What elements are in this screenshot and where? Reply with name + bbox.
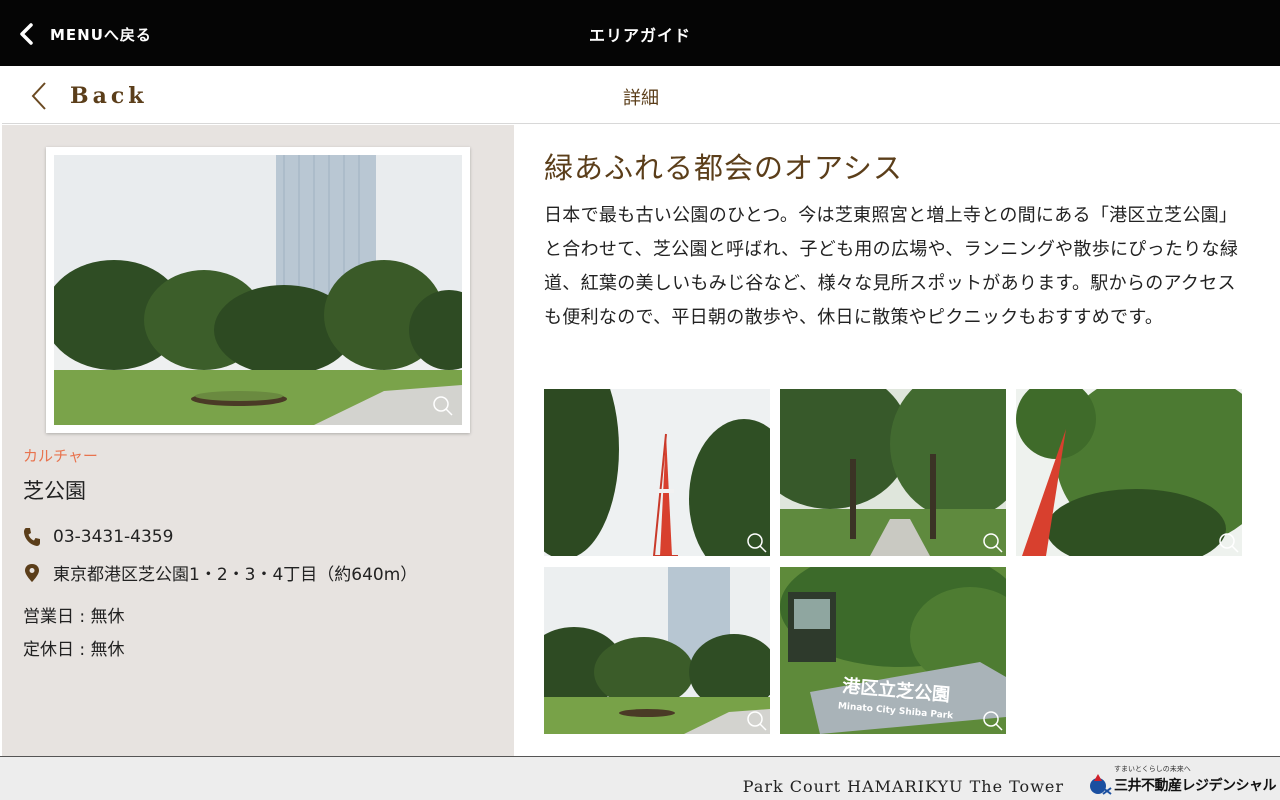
zoom-icon (433, 396, 453, 416)
park-sign-photo: 港区立芝公園 Minato City Shiba Park (780, 567, 1006, 734)
section-title: 詳細 (623, 88, 659, 109)
park-lawn-tower-photo (544, 567, 770, 734)
gallery-photo[interactable] (544, 389, 770, 556)
phone-row[interactable]: 03-3431-4359 (23, 527, 173, 547)
detail-description: 日本で最も古い公園のひとつ。今は芝東照宮と増上寺との間にある「港区立芝公園」と合… (544, 205, 1239, 328)
zoom-icon (747, 533, 767, 553)
main-photo[interactable] (46, 147, 470, 433)
gallery-photo[interactable] (780, 389, 1006, 556)
zoom-icon (1219, 533, 1239, 553)
category-label: カルチャー (23, 447, 98, 465)
detail-panel: 緑あふれる都会のオアシス 日本で最も古い公園のひとつ。今は芝東照宮と増上寺との間… (514, 125, 1280, 756)
tokyo-tower-trees-photo (544, 389, 770, 556)
park-path-photo (780, 389, 1006, 556)
address: 東京都港区芝公園1・2・3・4丁目（約640m） (53, 565, 418, 585)
park-tower-photo (54, 155, 462, 425)
property-name: Park Court HAMARIKYU The Tower (742, 777, 1064, 796)
tower-leaves-photo (1016, 389, 1242, 556)
zoom-icon (747, 711, 767, 731)
page-title: エリアガイド (588, 26, 691, 45)
sub-header: Back 詳細 (2, 66, 1280, 124)
zoom-icon (983, 533, 1003, 553)
gallery-photo[interactable] (544, 567, 770, 734)
top-bar: MENUへ戻る エリアガイド (0, 0, 1280, 66)
brand-logo: すまいとくらしの未来へ 三井不動産レジデンシャル (1088, 764, 1278, 798)
spot-info-panel: カルチャー 芝公園 03-3431-4359 東京都港区芝公園1・2・3・4丁目… (2, 125, 514, 756)
closed-days: 定休日 : 無休 (23, 640, 125, 660)
photo-gallery: 港区立芝公園 Minato City Shiba Park (544, 389, 1244, 735)
logo-text: 三井不動産レジデンシャル (1114, 778, 1277, 794)
zoom-icon (983, 711, 1003, 731)
mitsui-logo-icon (1090, 774, 1112, 795)
gallery-photo[interactable]: 港区立芝公園 Minato City Shiba Park (780, 567, 1006, 734)
place-name: 芝公園 (23, 479, 86, 503)
location-pin-icon (25, 563, 39, 582)
logo-tagline: すまいとくらしの未来へ (1114, 765, 1191, 773)
address-row: 東京都港区芝公園1・2・3・4丁目（約640m） (23, 560, 417, 585)
footer: Park Court HAMARIKYU The Tower すまいとくらしの未… (0, 756, 1280, 800)
business-days: 営業日 : 無休 (23, 607, 125, 627)
gallery-photo[interactable] (1016, 389, 1242, 556)
phone-number: 03-3431-4359 (53, 527, 174, 547)
phone-icon (24, 528, 40, 546)
detail-headline: 緑あふれる都会のオアシス (544, 151, 903, 185)
